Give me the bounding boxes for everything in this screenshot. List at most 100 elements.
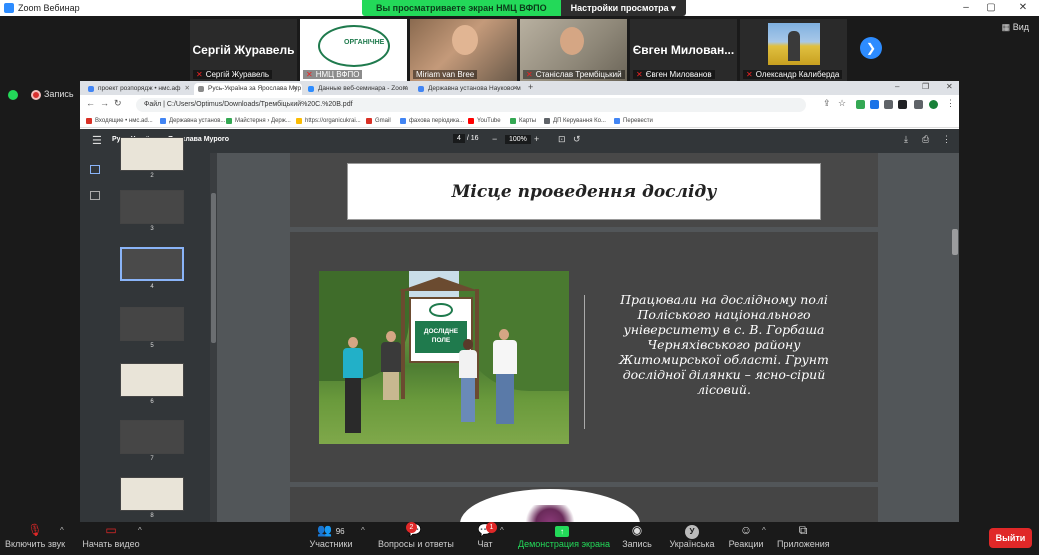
view-button[interactable]: ▦ Вид — [1002, 22, 1029, 33]
participant-tile[interactable]: ✕ Олександр Калиберда — [740, 19, 847, 81]
start-video-button[interactable]: ▭ Начать видео ^ — [80, 522, 142, 555]
participant-strip: Сергій Журавель ✕ Сергій Журавель ОРГАНІЧ… — [0, 16, 1039, 81]
more-icon[interactable]: ⋮ — [942, 134, 951, 145]
bookmark-icon — [226, 118, 232, 124]
sidebar-scrollbar[interactable] — [210, 153, 217, 522]
bookmark-item[interactable]: Державна установ... — [160, 115, 225, 127]
print-icon[interactable]: ⎙ — [922, 134, 929, 145]
close-tab-icon[interactable]: ✕ — [185, 83, 190, 95]
field-photo: ДОСЛІДНЕ ПОЛЕ — [319, 271, 569, 444]
browser-tab[interactable]: Данные веб-семинара - Zoom ✕ — [304, 83, 412, 95]
browser-tab[interactable]: проект розпорядж • нмс.аф ✕ — [84, 83, 194, 95]
page-thumbnail[interactable] — [120, 477, 184, 511]
browser-tab[interactable]: Державна установа Науково-м ✕ — [414, 83, 522, 95]
outline-icon[interactable] — [90, 191, 100, 200]
record-button[interactable]: ◉ Запись — [621, 522, 653, 555]
participant-tile[interactable]: Євген Милован... ✕ Євген Милованов — [630, 19, 737, 81]
bookmark-item[interactable]: Майстерня › Держ... — [226, 115, 291, 127]
menu-icon[interactable]: ☰ — [92, 134, 102, 147]
page-thumbnail[interactable] — [120, 363, 184, 397]
bookmark-item[interactable]: Входящие • нмс.ad... — [86, 115, 153, 127]
person-legs — [345, 378, 361, 433]
org-logo — [318, 25, 390, 67]
chevron-up-icon[interactable]: ^ — [500, 526, 504, 535]
star-icon[interactable]: ☆ — [838, 98, 846, 109]
reactions-button[interactable]: ☺ Реакции ^ — [728, 522, 766, 555]
bookmark-item[interactable]: https://organicukrai... — [296, 115, 361, 127]
sign-text: ДОСЛІДНЕ ПОЛЕ — [415, 321, 467, 353]
page-thumbnail[interactable] — [120, 190, 184, 224]
language-button[interactable]: У Українська — [668, 522, 716, 555]
participant-tile[interactable]: Сергій Журавель ✕ Сергій Журавель — [190, 19, 297, 81]
recording-indicator: Запись — [0, 86, 80, 104]
share-banner-text: Вы просматриваете экран НМЦ ВФПО — [362, 0, 561, 16]
rotate-icon[interactable]: ↺ — [573, 134, 581, 145]
pdf-viewport[interactable]: Місце проведення досліду ДОСЛІДНЕ ПОЛЕ П… — [217, 153, 959, 522]
share-icon[interactable]: ⇪ — [823, 98, 831, 109]
close-tab-icon[interactable]: ✕ — [403, 83, 408, 95]
reload-icon[interactable]: ↻ — [114, 98, 122, 109]
chat-button[interactable]: 💬 1 Чат ^ — [472, 522, 504, 555]
forward-icon[interactable]: → — [100, 98, 109, 108]
participants-button[interactable]: 👥 96 Участники ^ — [305, 522, 365, 555]
puzzle-icon[interactable] — [898, 100, 907, 109]
page-thumbnail[interactable] — [120, 137, 184, 171]
chevron-up-icon[interactable]: ^ — [762, 526, 766, 535]
maximize-icon[interactable]: ▢ — [976, 0, 1006, 16]
page-thumbnail[interactable] — [120, 307, 184, 341]
participant-name: Miriam van Bree — [416, 70, 475, 79]
unmute-button[interactable]: 🎙 Включить звук ^ — [4, 522, 66, 555]
bookmark-item[interactable]: Gmail — [366, 115, 391, 127]
participant-tile[interactable]: Miriam van Bree — [410, 19, 517, 81]
close-icon[interactable]: ✕ — [1008, 0, 1038, 16]
thumbnails-icon[interactable] — [90, 165, 100, 174]
extension-icon[interactable] — [870, 100, 879, 109]
person-body — [381, 342, 401, 372]
participant-tile[interactable]: ✕ Станіслав Трембіцький — [520, 19, 627, 81]
zoom-out-icon[interactable]: − — [492, 134, 497, 144]
leave-button[interactable]: Выйти — [989, 528, 1032, 548]
restore-icon[interactable]: ❐ — [922, 82, 929, 91]
sidebar-scroll-thumb[interactable] — [211, 193, 216, 343]
chevron-up-icon[interactable]: ^ — [60, 526, 64, 535]
chevron-up-icon[interactable]: ^ — [138, 526, 142, 535]
zoom-in-icon[interactable]: + — [534, 134, 539, 144]
qa-badge: 2 — [406, 522, 417, 533]
bookmark-item[interactable]: YouTube — [468, 115, 501, 127]
address-bar[interactable]: Файл | C:/Users/Optimus/Downloads/Трембі… — [136, 98, 806, 112]
chevron-up-icon[interactable]: ^ — [361, 526, 365, 535]
close-icon[interactable]: ✕ — [946, 82, 953, 91]
participant-tile[interactable]: ОРГАНІЧНЕ ✕ НМЦ ВФПО — [300, 19, 407, 81]
close-tab-icon[interactable]: ✕ — [293, 83, 298, 95]
minimize-icon[interactable]: – — [895, 82, 899, 91]
bookmark-item[interactable]: Карты — [510, 115, 536, 127]
participant-name: Олександр Калиберда — [755, 70, 840, 79]
share-screen-button[interactable]: ↑ Демонстрация экрана — [518, 522, 610, 555]
download-icon[interactable]: ⤓ — [904, 134, 908, 145]
participants-icon: 👥 — [317, 523, 333, 537]
person-head — [499, 329, 509, 340]
page-thumbnail-current[interactable] — [120, 247, 184, 281]
page-input[interactable]: 4 — [453, 134, 465, 143]
viewport-scroll-thumb[interactable] — [952, 229, 958, 255]
zoom-input[interactable]: 100% — [505, 135, 531, 144]
media-icon[interactable] — [914, 100, 923, 109]
view-options-button[interactable]: Настройки просмотра ▾ — [560, 0, 686, 16]
extension-shield-icon[interactable] — [856, 100, 865, 109]
viewport-scrollbar[interactable] — [951, 153, 959, 522]
close-tab-icon[interactable]: ✕ — [513, 83, 518, 95]
next-participants-button[interactable]: ❯ — [860, 37, 882, 59]
back-icon[interactable]: ← — [86, 98, 95, 108]
bookmark-item[interactable]: Перевести — [614, 115, 653, 127]
new-tab-icon[interactable]: + — [528, 82, 533, 92]
more-icon[interactable]: ⋮ — [946, 98, 955, 109]
fit-page-icon[interactable]: ⊡ — [558, 134, 566, 145]
browser-tab-active[interactable]: Русь-Україна за Ярослава Мур ✕ — [194, 83, 302, 95]
apps-button[interactable]: ⧉ Приложения — [777, 522, 830, 555]
extension-icon[interactable] — [884, 100, 893, 109]
bookmark-item[interactable]: фахова періодика... — [400, 115, 464, 127]
profile-avatar[interactable] — [929, 100, 938, 109]
page-thumbnail[interactable] — [120, 420, 184, 454]
qa-button[interactable]: 💬 2 Вопросы и ответы — [378, 522, 454, 555]
bookmark-item[interactable]: ДП Керування Ко... — [544, 115, 606, 127]
